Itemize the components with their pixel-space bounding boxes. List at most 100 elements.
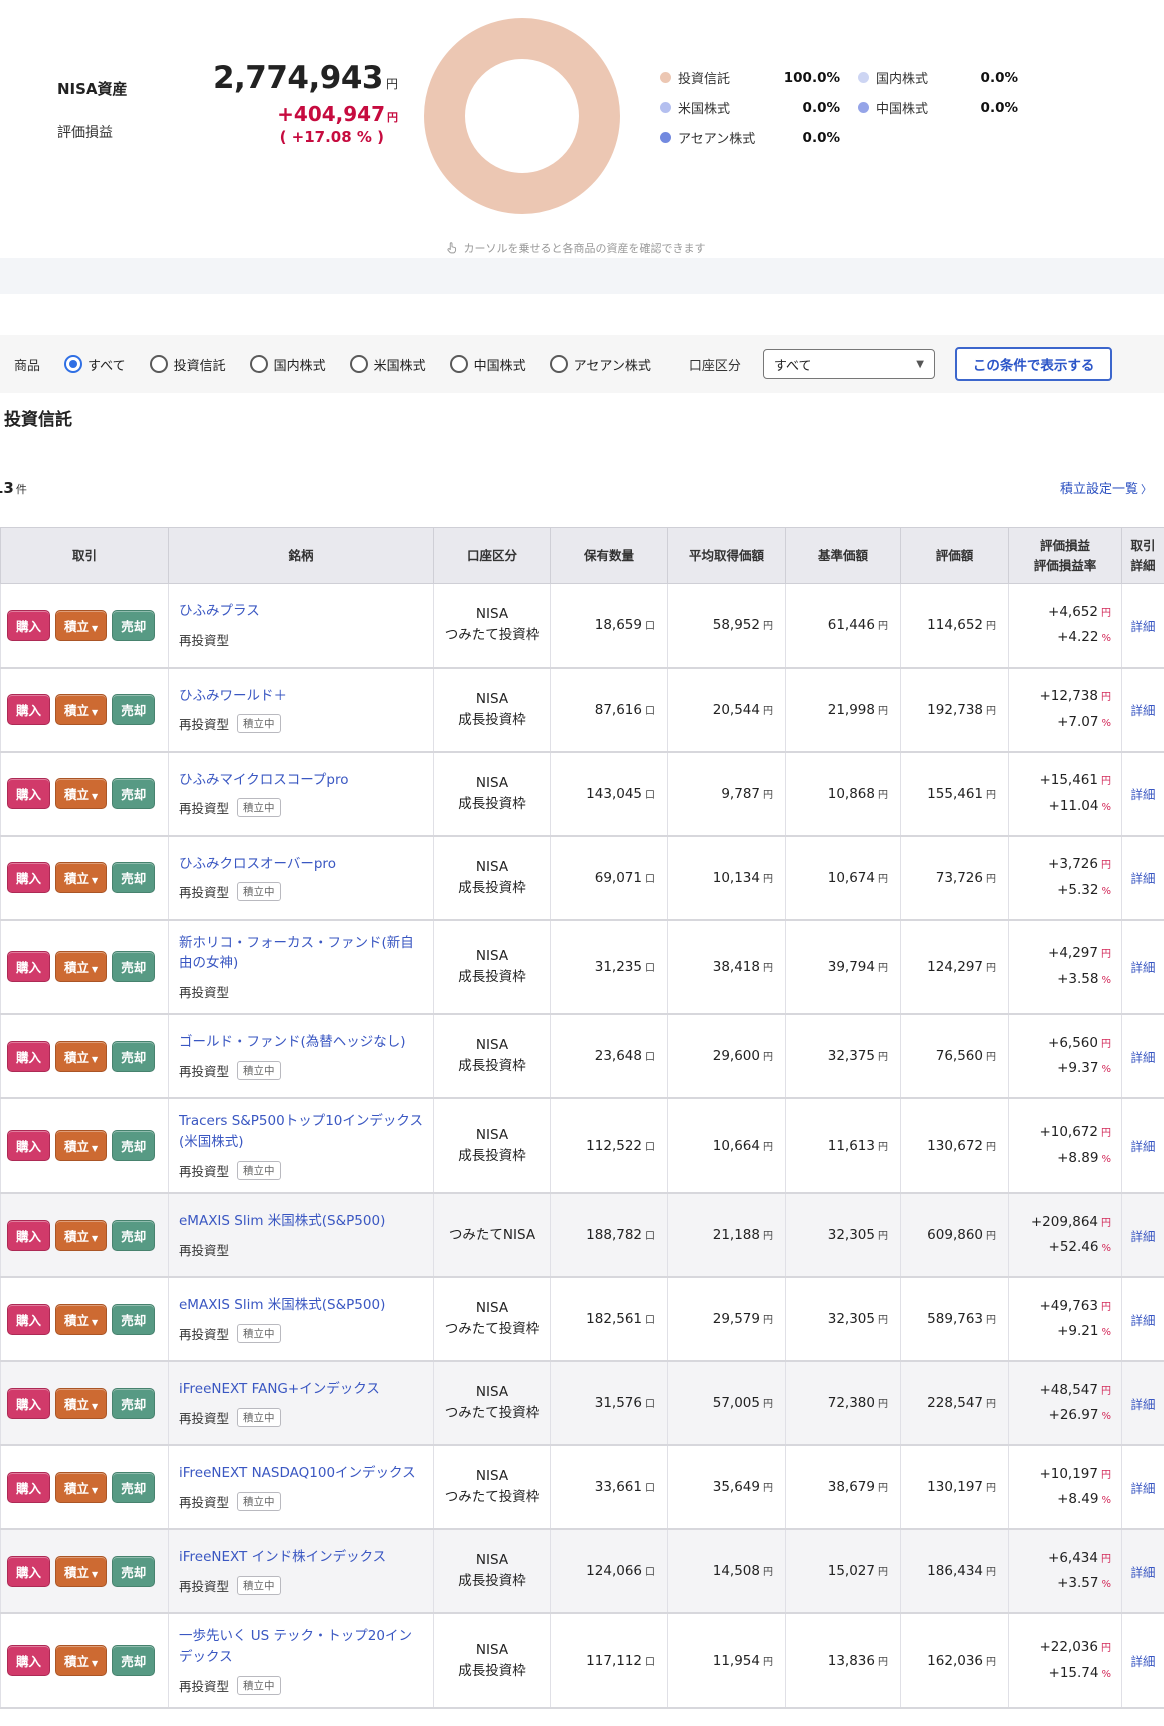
account-type-select[interactable]: すべて ▼: [763, 349, 935, 379]
fund-name-link[interactable]: eMAXIS Slim 米国株式(S&P500): [179, 1211, 385, 1232]
detail-link[interactable]: 詳細: [1130, 1397, 1155, 1412]
reinvest-type-label: 再投資型: [179, 1061, 229, 1080]
tsumitate-button[interactable]: 積立▼: [55, 1556, 107, 1587]
tsumitate-button[interactable]: 積立▼: [55, 1304, 107, 1335]
fund-name-link[interactable]: 新ホリコ・フォーカス・ファンド(新自由の女神): [179, 933, 423, 975]
detail-link[interactable]: 詳細: [1130, 787, 1155, 802]
sell-button[interactable]: 売却: [112, 951, 155, 982]
detail-link[interactable]: 詳細: [1130, 619, 1155, 634]
avg-cost-cell: 38,418円: [668, 920, 786, 1015]
product-radio-国内株式[interactable]: 国内株式: [250, 355, 326, 374]
sell-button[interactable]: 売却: [112, 778, 155, 809]
product-radio-アセアン株式[interactable]: アセアン株式: [550, 355, 651, 374]
detail-link[interactable]: 詳細: [1130, 1654, 1155, 1669]
buy-button[interactable]: 購入: [7, 1388, 50, 1419]
sell-button[interactable]: 売却: [112, 1388, 155, 1419]
detail-link[interactable]: 詳細: [1130, 960, 1155, 975]
product-radio-すべて[interactable]: すべて: [64, 355, 126, 374]
profit-loss-amount-value: +22,036: [1039, 1639, 1098, 1655]
buy-button[interactable]: 購入: [7, 1220, 50, 1251]
sell-button[interactable]: 売却: [112, 862, 155, 893]
fund-name-link[interactable]: ひふみマイクロスコープpro: [179, 770, 349, 791]
fund-name-link[interactable]: ひふみクロスオーバーpro: [179, 854, 336, 875]
buy-button[interactable]: 購入: [7, 1472, 50, 1503]
account-type-line: 成長投資枠: [434, 1661, 550, 1682]
allocation-donut-chart[interactable]: [424, 18, 620, 214]
fund-name-link[interactable]: Tracers S&P500トップ10インデックス(米国株式): [179, 1111, 423, 1153]
tsumitate-button[interactable]: 積立▼: [55, 1220, 107, 1251]
fund-name-link[interactable]: ひふみプラス: [179, 601, 260, 622]
buy-button[interactable]: 購入: [7, 1304, 50, 1335]
fund-name-link[interactable]: iFreeNEXT FANG+インデックス: [179, 1379, 380, 1400]
detail-link[interactable]: 詳細: [1130, 1050, 1155, 1065]
buy-button[interactable]: 購入: [7, 862, 50, 893]
profit-loss-percent-unit: %: [1101, 1154, 1111, 1165]
apply-filter-button[interactable]: この条件で表示する: [955, 347, 1113, 381]
detail-link[interactable]: 詳細: [1130, 1481, 1155, 1496]
fund-name-link[interactable]: 一歩先いく US テック・トップ20インデックス: [179, 1626, 423, 1668]
profit-loss-amount-value: +6,560: [1048, 1035, 1098, 1051]
product-radio-label: 国内株式: [274, 355, 326, 374]
tsumitate-button[interactable]: 積立▼: [55, 1041, 107, 1072]
sell-button[interactable]: 売却: [112, 1556, 155, 1587]
tsumitate-active-badge: 積立中: [237, 1492, 281, 1511]
tsumitate-button[interactable]: 積立▼: [55, 1388, 107, 1419]
product-radio-中国株式[interactable]: 中国株式: [450, 355, 526, 374]
profit-loss-cell: +10,197円+8.49%: [1009, 1445, 1122, 1529]
tsumitate-settings-link[interactable]: 積立設定一覧〉: [1060, 478, 1152, 497]
fund-name-link[interactable]: ひふみワールド＋: [179, 686, 287, 707]
detail-link[interactable]: 詳細: [1130, 1313, 1155, 1328]
radio-circle-icon: [250, 355, 268, 373]
sell-button[interactable]: 売却: [112, 1645, 155, 1676]
sell-button[interactable]: 売却: [112, 1220, 155, 1251]
sell-button[interactable]: 売却: [112, 1472, 155, 1503]
buy-button[interactable]: 購入: [7, 610, 50, 641]
hand-cursor-icon: [445, 241, 459, 255]
buy-button[interactable]: 購入: [7, 1130, 50, 1161]
buy-button[interactable]: 購入: [7, 778, 50, 809]
tsumitate-button[interactable]: 積立▼: [55, 862, 107, 893]
detail-link[interactable]: 詳細: [1130, 703, 1155, 718]
buy-button[interactable]: 購入: [7, 1645, 50, 1676]
funds-table-header: 取引銘柄口座区分保有数量平均取得価額基準価額評価額評価損益評価損益率取引詳細: [1, 528, 1164, 584]
sell-button[interactable]: 売却: [112, 1304, 155, 1335]
product-radio-米国株式[interactable]: 米国株式: [350, 355, 426, 374]
fund-type-line: 再投資型積立中: [179, 882, 423, 901]
sell-button[interactable]: 売却: [112, 1041, 155, 1072]
profit-loss-amount-value: +10,197: [1039, 1466, 1098, 1482]
trade-actions-cell: 購入積立▼売却: [1, 1529, 169, 1613]
legend-item: 中国株式0.0%: [858, 98, 1018, 117]
fund-name-link[interactable]: iFreeNEXT インド株インデックス: [179, 1547, 386, 1568]
buy-button[interactable]: 購入: [7, 1556, 50, 1587]
detail-link[interactable]: 詳細: [1130, 871, 1155, 886]
tsumitate-button[interactable]: 積立▼: [55, 1645, 107, 1676]
market-value-cell-value: 609,860: [927, 1227, 983, 1243]
sell-button[interactable]: 売却: [112, 694, 155, 725]
buy-button[interactable]: 購入: [7, 1041, 50, 1072]
quantity-cell: 143,045口: [551, 752, 668, 836]
sell-button[interactable]: 売却: [112, 610, 155, 641]
column-header: 口座区分: [434, 528, 551, 584]
tsumitate-button[interactable]: 積立▼: [55, 1472, 107, 1503]
account-type-cell: つみたてNISA: [434, 1193, 551, 1277]
fund-name-link[interactable]: ゴールド・ファンド(為替ヘッジなし): [179, 1032, 406, 1053]
tsumitate-button[interactable]: 積立▼: [55, 778, 107, 809]
buy-button[interactable]: 購入: [7, 951, 50, 982]
tsumitate-button[interactable]: 積立▼: [55, 610, 107, 641]
product-radio-投資信託[interactable]: 投資信託: [150, 355, 226, 374]
detail-link[interactable]: 詳細: [1130, 1565, 1155, 1580]
sell-button[interactable]: 売却: [112, 1130, 155, 1161]
buy-button[interactable]: 購入: [7, 694, 50, 725]
fund-name-link[interactable]: iFreeNEXT NASDAQ100インデックス: [179, 1463, 416, 1484]
reinvest-type-label: 再投資型: [179, 1161, 229, 1180]
fund-row: 購入積立▼売却eMAXIS Slim 米国株式(S&P500)再投資型つみたてN…: [1, 1193, 1164, 1277]
tsumitate-button[interactable]: 積立▼: [55, 694, 107, 725]
detail-link[interactable]: 詳細: [1130, 1139, 1155, 1154]
quantity-cell: 33,661口: [551, 1445, 668, 1529]
tsumitate-button[interactable]: 積立▼: [55, 951, 107, 982]
tsumitate-button[interactable]: 積立▼: [55, 1130, 107, 1161]
quantity-cell: 23,648口: [551, 1014, 668, 1098]
fund-name-link[interactable]: eMAXIS Slim 米国株式(S&P500): [179, 1295, 385, 1316]
detail-link[interactable]: 詳細: [1130, 1229, 1155, 1244]
profit-loss-cell: +15,461円+11.04%: [1009, 752, 1122, 836]
